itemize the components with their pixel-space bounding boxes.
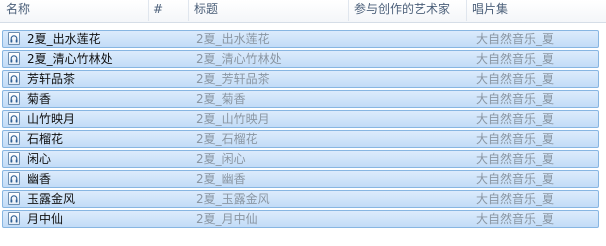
file-row[interactable]: 幽香 2夏_幽香 大自然音乐_夏 — [2, 170, 599, 188]
audio-file-icon — [8, 212, 20, 225]
file-album: 大自然音乐_夏 — [476, 92, 555, 106]
audio-file-icon — [8, 152, 20, 165]
file-name: 菊香 — [27, 92, 52, 106]
file-title: 2夏_出水莲花 — [196, 32, 270, 46]
file-album: 大自然音乐_夏 — [476, 52, 555, 66]
file-album: 大自然音乐_夏 — [476, 132, 555, 146]
column-header: 名称 # 标题 参与创作的艺术家 唱片集 — [0, 0, 606, 23]
file-list-view: 名称 # 标题 参与创作的艺术家 唱片集 2夏_出水莲花 2夏_出水莲花 大自然… — [0, 0, 606, 246]
file-row[interactable]: 玉露金风 2夏_玉露金风 大自然音乐_夏 — [2, 190, 599, 208]
file-title: 2夏_石榴花 — [196, 132, 258, 146]
file-title: 2夏_闲心 — [196, 152, 246, 166]
file-title: 2夏_幽香 — [196, 172, 246, 186]
audio-file-icon — [8, 92, 20, 105]
file-album: 大自然音乐_夏 — [476, 172, 555, 186]
column-header-name[interactable]: 名称 — [0, 0, 148, 22]
file-name: 玉露金风 — [27, 192, 76, 206]
audio-file-icon — [8, 112, 20, 125]
file-title: 2夏_月中仙 — [196, 212, 258, 226]
file-row[interactable]: 石榴花 2夏_石榴花 大自然音乐_夏 — [2, 130, 599, 148]
file-title: 2夏_芳轩品茶 — [196, 72, 270, 86]
audio-file-icon — [8, 72, 20, 85]
column-header-artist[interactable]: 参与创作的艺术家 — [348, 0, 466, 22]
file-album: 大自然音乐_夏 — [476, 152, 555, 166]
column-header-number[interactable]: # — [148, 0, 188, 22]
file-name: 石榴花 — [27, 132, 64, 146]
audio-file-icon — [8, 172, 20, 185]
file-name: 芳轩品茶 — [27, 72, 76, 86]
file-title: 2夏_清心竹林处 — [196, 52, 282, 66]
file-name: 幽香 — [27, 172, 52, 186]
file-row[interactable]: 月中仙 2夏_月中仙 大自然音乐_夏 — [2, 210, 599, 228]
file-row[interactable]: 芳轩品茶 2夏_芳轩品茶 大自然音乐_夏 — [2, 70, 599, 88]
audio-file-icon — [8, 192, 20, 205]
file-name: 月中仙 — [27, 212, 64, 226]
file-name: 2夏_出水莲花 — [27, 32, 101, 46]
file-row[interactable]: 闲心 2夏_闲心 大自然音乐_夏 — [2, 150, 599, 168]
file-rows: 2夏_出水莲花 2夏_出水莲花 大自然音乐_夏 2夏_清心竹林处 2夏_清心竹林… — [0, 30, 606, 230]
file-row[interactable]: 山竹映月 2夏_山竹映月 大自然音乐_夏 — [2, 110, 599, 128]
column-header-title[interactable]: 标题 — [188, 0, 348, 22]
audio-file-icon — [8, 132, 20, 145]
file-name: 山竹映月 — [27, 112, 76, 126]
file-album: 大自然音乐_夏 — [476, 32, 555, 46]
file-album: 大自然音乐_夏 — [476, 212, 555, 226]
file-row[interactable]: 菊香 2夏_菊香 大自然音乐_夏 — [2, 90, 599, 108]
file-album: 大自然音乐_夏 — [476, 192, 555, 206]
file-title: 2夏_玉露金风 — [196, 192, 270, 206]
file-album: 大自然音乐_夏 — [476, 112, 555, 126]
file-title: 2夏_山竹映月 — [196, 112, 270, 126]
column-header-album[interactable]: 唱片集 — [466, 0, 606, 22]
file-name: 2夏_清心竹林处 — [27, 52, 113, 66]
audio-file-icon — [8, 52, 20, 65]
file-name: 闲心 — [27, 152, 52, 166]
file-title: 2夏_菊香 — [196, 92, 246, 106]
file-album: 大自然音乐_夏 — [476, 72, 555, 86]
file-row[interactable]: 2夏_出水莲花 2夏_出水莲花 大自然音乐_夏 — [2, 30, 599, 48]
audio-file-icon — [8, 32, 20, 45]
file-row[interactable]: 2夏_清心竹林处 2夏_清心竹林处 大自然音乐_夏 — [2, 50, 599, 68]
